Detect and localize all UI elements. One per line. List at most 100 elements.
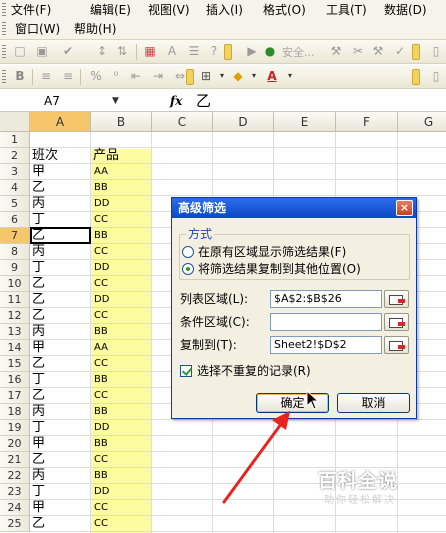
cell-a10[interactable]: 乙 <box>30 276 91 292</box>
cell-a21[interactable]: 乙 <box>30 452 91 468</box>
name-box[interactable]: A7 <box>0 92 124 110</box>
cell-b1[interactable] <box>91 132 152 148</box>
menu-edit[interactable]: 编辑(E) <box>90 1 131 19</box>
row-header-9[interactable]: 9 <box>0 260 30 276</box>
font-color-icon[interactable]: A <box>264 68 280 84</box>
cell-a19[interactable]: 丁 <box>30 420 91 436</box>
cell-b9[interactable]: DD <box>91 260 152 276</box>
column-header-c[interactable]: C <box>152 112 213 132</box>
cell-a25[interactable]: 乙 <box>30 516 91 532</box>
design-mode-icon[interactable]: ⚒ <box>328 43 344 59</box>
cell-b20[interactable]: BB <box>91 436 152 452</box>
menu-file[interactable]: 文件(F) <box>11 1 51 19</box>
cell-b19[interactable]: DD <box>91 420 152 436</box>
row-header-8[interactable]: 8 <box>0 244 30 260</box>
check-icon[interactable]: ✓ <box>392 43 408 59</box>
cell-a18[interactable]: 丙 <box>30 404 91 420</box>
fill-color-dropdown-icon[interactable]: ▾ <box>246 68 262 84</box>
borders-dropdown-icon[interactable]: ▾ <box>214 68 230 84</box>
row-header-17[interactable]: 17 <box>0 388 30 404</box>
cell-a22[interactable]: 丙 <box>30 468 91 484</box>
toolbar-overflow-3[interactable] <box>186 69 194 85</box>
cell-b8[interactable]: CC <box>91 244 152 260</box>
cell-a4[interactable]: 乙 <box>30 180 91 196</box>
row-header-3[interactable]: 3 <box>0 164 30 180</box>
toolbar-overflow-2[interactable] <box>412 44 420 60</box>
cell-b12[interactable]: CC <box>91 308 152 324</box>
menu-insert[interactable]: 插入(I) <box>206 1 243 19</box>
spellcheck-icon[interactable]: ✔ <box>60 43 76 59</box>
increase-indent-icon[interactable]: ⇥ <box>150 68 166 84</box>
row-header-18[interactable]: 18 <box>0 404 30 420</box>
radio-copy-to-location-circle[interactable] <box>182 263 194 275</box>
column-header-e[interactable]: E <box>274 112 336 132</box>
percent-icon[interactable]: % <box>88 68 104 84</box>
name-box-dropdown-icon[interactable]: ▼ <box>112 92 119 110</box>
column-header-b[interactable]: B <box>91 112 152 132</box>
cell-a5[interactable]: 丙 <box>30 196 91 212</box>
insert-function-button[interactable]: fx <box>170 92 182 110</box>
more-icon[interactable]: ▯ <box>428 68 444 84</box>
open-icon[interactable]: ▣ <box>34 43 50 59</box>
row-header-10[interactable]: 10 <box>0 276 30 292</box>
cell-b15[interactable]: CC <box>91 356 152 372</box>
security-button[interactable]: 安全... <box>282 44 315 60</box>
table-icon[interactable]: ▦ <box>142 43 158 59</box>
menu-format[interactable]: 格式(O) <box>263 1 306 19</box>
help-book-icon[interactable]: ▯ <box>428 43 444 59</box>
cell-b2[interactable]: 产品 <box>91 148 152 164</box>
toolbar-grip[interactable] <box>2 45 6 59</box>
menu-window[interactable]: 窗口(W) <box>15 20 60 38</box>
copy-to-input[interactable]: Sheet2!$D$2 <box>270 336 382 354</box>
cell-a16[interactable]: 丁 <box>30 372 91 388</box>
font-color-dropdown-icon[interactable]: ▾ <box>282 68 298 84</box>
copy-to-collapse-icon[interactable] <box>384 336 409 354</box>
help-icon[interactable]: ? <box>206 43 222 59</box>
cell-a3[interactable]: 甲 <box>30 164 91 180</box>
criteria-range-collapse-icon[interactable] <box>384 313 409 331</box>
cell-b16[interactable]: BB <box>91 372 152 388</box>
cell-b14[interactable]: AA <box>91 340 152 356</box>
new-icon[interactable]: □ <box>12 43 28 59</box>
toolbar-overflow[interactable] <box>224 44 232 60</box>
sort-descending-icon[interactable]: ⇅ <box>114 43 130 59</box>
row-header-21[interactable]: 21 <box>0 452 30 468</box>
column-header-g[interactable]: G <box>398 112 446 132</box>
borders-icon[interactable]: ⊞ <box>198 68 214 84</box>
row-header-23[interactable]: 23 <box>0 484 30 500</box>
menu-help[interactable]: 帮助(H) <box>74 20 116 38</box>
toolbar-grip-2[interactable] <box>2 70 6 84</box>
decimal-icon[interactable]: ⁰ <box>108 68 124 84</box>
decrease-indent-icon[interactable]: ⇤ <box>128 68 144 84</box>
cell-b23[interactable]: DD <box>91 484 152 500</box>
select-all-corner[interactable] <box>0 112 30 132</box>
cell-a9[interactable]: 丁 <box>30 260 91 276</box>
cell-a8[interactable]: 丙 <box>30 244 91 260</box>
column-header-d[interactable]: D <box>213 112 274 132</box>
row-header-7[interactable]: 7 <box>0 228 30 244</box>
cell-b21[interactable]: CC <box>91 452 152 468</box>
sort-ascending-icon[interactable]: ↕ <box>94 43 110 59</box>
cell-b13[interactable]: BB <box>91 324 152 340</box>
row-header-6[interactable]: 6 <box>0 212 30 228</box>
cell-b10[interactable]: CC <box>91 276 152 292</box>
cell-b22[interactable]: BB <box>91 468 152 484</box>
cell-b5[interactable]: DD <box>91 196 152 212</box>
cell-a20[interactable]: 甲 <box>30 436 91 452</box>
row-header-11[interactable]: 11 <box>0 292 30 308</box>
security-icon[interactable]: ● <box>262 43 278 59</box>
row-header-22[interactable]: 22 <box>0 468 30 484</box>
row-header-1[interactable]: 1 <box>0 132 30 148</box>
run-icon[interactable]: ▶ <box>244 43 260 59</box>
cell-b7[interactable]: BB <box>91 228 152 244</box>
cell-a24[interactable]: 甲 <box>30 500 91 516</box>
row-header-4[interactable]: 4 <box>0 180 30 196</box>
active-cell-selection[interactable] <box>30 227 91 244</box>
toolbar-overflow-4[interactable] <box>412 69 420 85</box>
cell-b25[interactable]: CC <box>91 516 152 532</box>
close-icon[interactable]: × <box>396 200 413 216</box>
row-header-25[interactable]: 25 <box>0 516 30 532</box>
bold-button[interactable]: B <box>12 68 28 84</box>
column-header-f[interactable]: F <box>336 112 398 132</box>
cell-b6[interactable]: CC <box>91 212 152 228</box>
